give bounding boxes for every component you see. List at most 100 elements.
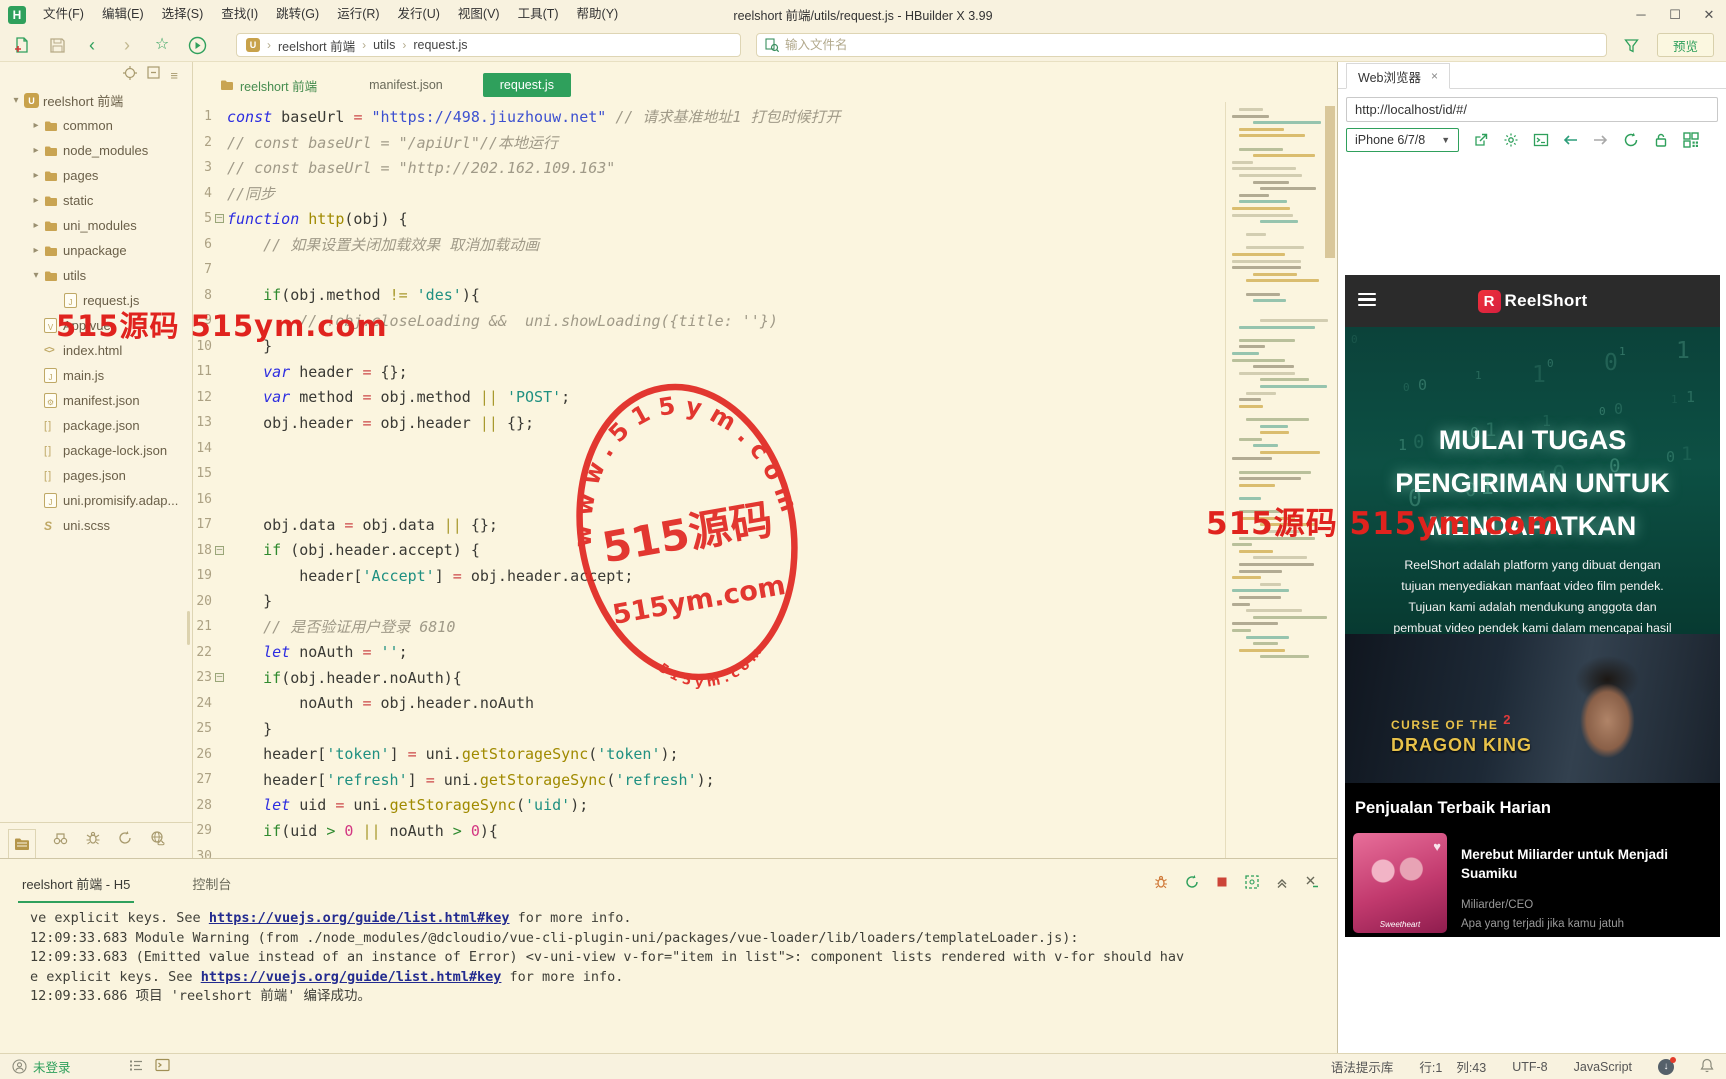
console-restart-icon[interactable] — [1184, 874, 1200, 895]
run-icon[interactable] — [187, 35, 207, 55]
code-line-20[interactable]: 20 } — [193, 589, 1224, 615]
tree-item-pages-json[interactable]: [ ] pages.json — [0, 463, 192, 488]
code-line-2[interactable]: 2 // const baseUrl = "/apiUrl"//本地运行 — [193, 130, 1224, 156]
tree-item-common[interactable]: ▸ common — [0, 113, 192, 138]
code-line-11[interactable]: 11 var header = {}; — [193, 359, 1224, 385]
code-line-30[interactable]: 30 — [193, 844, 1224, 858]
code-line-24[interactable]: 24 noAuth = obj.header.noAuth — [193, 691, 1224, 717]
tree-item-main-js[interactable]: Jmain.js — [0, 363, 192, 388]
preview-button[interactable]: 预览 — [1656, 33, 1714, 57]
tree-item-package-json[interactable]: [ ] package.json — [0, 413, 192, 438]
explorer-menu-icon[interactable]: ≡ — [170, 68, 178, 83]
menu-item-7[interactable]: 视图(V) — [449, 0, 509, 29]
console-tab-h5[interactable]: reelshort 前端 - H5 — [17, 874, 135, 903]
console-link[interactable]: https://vuejs.org/guide/list.html#key — [209, 910, 510, 926]
code-line-4[interactable]: 4 //同步 — [193, 181, 1224, 207]
forward-icon[interactable]: › — [117, 35, 137, 55]
sidebar-scrollbar[interactable] — [187, 611, 190, 645]
bell-icon[interactable] — [1700, 1058, 1714, 1076]
url-input[interactable] — [1346, 97, 1718, 122]
code-line-27[interactable]: 27 header['refresh'] = uni.getStorageSyn… — [193, 767, 1224, 793]
console-clear-icon[interactable] — [1304, 874, 1319, 894]
webview-tab[interactable]: Web浏览器 × — [1346, 63, 1450, 89]
code-line-1[interactable]: 1 const baseUrl = "https://498.jiuzhouw.n… — [193, 104, 1224, 130]
close-button[interactable]: ✕ — [1692, 0, 1726, 29]
code-line-19[interactable]: 19 header['Accept'] = obj.header.accept; — [193, 563, 1224, 589]
back-icon[interactable]: ‹ — [82, 35, 102, 55]
menu-item-1[interactable]: 编辑(E) — [93, 0, 153, 29]
language-mode[interactable]: JavaScript — [1574, 1060, 1632, 1074]
minimap-scrollbar[interactable] — [1325, 106, 1335, 258]
favorite-star-icon[interactable]: ☆ — [152, 35, 172, 55]
fold-marker-icon[interactable]: – — [212, 545, 227, 555]
nav-back-icon[interactable] — [1562, 132, 1579, 149]
tree-item-node-modules[interactable]: ▸ node_modules — [0, 138, 192, 163]
code-line-29[interactable]: 29 if(uid > 0 || noAuth > 0){ — [193, 818, 1224, 844]
menu-item-0[interactable]: 文件(F) — [34, 0, 93, 29]
code-line-10[interactable]: 10 } — [193, 334, 1224, 360]
qr-code-icon[interactable] — [1682, 132, 1699, 149]
tree-item-static[interactable]: ▸ static — [0, 188, 192, 213]
menu-item-8[interactable]: 工具(T) — [509, 0, 568, 29]
code-line-12[interactable]: 12 var method = obj.method || 'POST'; — [193, 385, 1224, 411]
menu-item-2[interactable]: 选择(S) — [153, 0, 213, 29]
breadcrumb-project[interactable]: reelshort 前端 — [278, 36, 355, 55]
tab-manifest-json[interactable]: manifest.json — [369, 78, 443, 92]
code-line-3[interactable]: 3 // const baseUrl = "http://202.162.109.… — [193, 155, 1224, 181]
sync-tab-icon[interactable] — [117, 830, 133, 851]
tree-item-uni-promisify-adap-[interactable]: Juni.promisify.adap... — [0, 488, 192, 513]
new-file-icon[interactable] — [12, 35, 32, 55]
tab-project-folder[interactable]: reelshort 前端 — [220, 76, 317, 95]
code-line-9[interactable]: 9 // !obj.closeLoading && uni.showLoadin… — [193, 308, 1224, 334]
code-area[interactable]: 1 const baseUrl = "https://498.jiuzhouw.n… — [193, 102, 1224, 858]
minimize-button[interactable]: ─ — [1624, 0, 1658, 29]
devtools-console-icon[interactable] — [1532, 132, 1549, 149]
phone-viewport[interactable]: R ReelShort MULAI TUGAS PENGIRIMAN UNTUK… — [1345, 275, 1720, 937]
code-editor[interactable]: reelshort 前端 manifest.json request.js 1c… — [193, 62, 1337, 858]
code-line-13[interactable]: 13 obj.header = obj.header || {}; — [193, 410, 1224, 436]
settings-gear-icon[interactable] — [1502, 132, 1519, 149]
fold-marker-icon[interactable]: – — [212, 673, 227, 683]
console-debug-icon[interactable] — [1153, 874, 1169, 895]
code-line-26[interactable]: 26 header['token'] = uni.getStorageSync(… — [193, 742, 1224, 768]
tree-item-reelshort-[interactable]: ▾ Ureelshort 前端 — [0, 88, 192, 113]
login-status[interactable]: 未登录 — [33, 1057, 71, 1076]
search-tab-icon[interactable] — [52, 831, 69, 851]
debug-tab-icon[interactable] — [85, 830, 101, 851]
code-line-28[interactable]: 28 let uid = uni.getStorageSync('uid'); — [193, 793, 1224, 819]
maximize-button[interactable]: ☐ — [1658, 0, 1692, 29]
menu-item-5[interactable]: 运行(R) — [328, 0, 388, 29]
console-stop-icon[interactable] — [1215, 875, 1229, 894]
movie-banner[interactable]: CURSE OF THE 2 DRAGON KING — [1345, 634, 1720, 783]
code-line-16[interactable]: 16 — [193, 487, 1224, 513]
menu-item-4[interactable]: 跳转(G) — [267, 0, 328, 29]
nav-forward-icon[interactable] — [1592, 132, 1609, 149]
breadcrumb-file[interactable]: request.js — [413, 38, 467, 52]
code-line-17[interactable]: 17 obj.data = obj.data || {}; — [193, 512, 1224, 538]
drama-title[interactable]: Merebut Miliarder untuk Menjadi Suamiku — [1461, 845, 1711, 883]
menu-item-3[interactable]: 查找(I) — [212, 0, 267, 29]
menu-item-9[interactable]: 帮助(Y) — [568, 0, 628, 29]
console-collapse-icon[interactable] — [1275, 875, 1289, 894]
tree-item-utils[interactable]: ▾ utils — [0, 263, 192, 288]
code-line-5[interactable]: 5– function http(obj) { — [193, 206, 1224, 232]
close-icon[interactable]: × — [1431, 69, 1438, 83]
code-line-15[interactable]: 15 — [193, 461, 1224, 487]
locate-file-icon[interactable] — [123, 65, 138, 85]
lock-icon[interactable] — [1652, 132, 1669, 149]
code-line-21[interactable]: 21 // 是否验证用户登录 6810 — [193, 614, 1224, 640]
terminal-icon[interactable] — [154, 1058, 170, 1075]
minimap[interactable] — [1225, 102, 1335, 858]
menu-item-6[interactable]: 发行(U) — [389, 0, 449, 29]
tree-item-pages[interactable]: ▸ pages — [0, 163, 192, 188]
file-search-box[interactable] — [756, 33, 1607, 57]
tree-item-unpackage[interactable]: ▸ unpackage — [0, 238, 192, 263]
console-screenshot-icon[interactable] — [1244, 874, 1260, 895]
refresh-icon[interactable] — [1622, 132, 1639, 149]
filter-icon[interactable] — [1622, 35, 1642, 55]
code-line-14[interactable]: 14 — [193, 436, 1224, 462]
update-icon[interactable]: ↓ — [1658, 1056, 1676, 1075]
cursor-column[interactable]: 列:43 — [1456, 1057, 1486, 1076]
tree-item-uni-modules[interactable]: ▸ uni_modules — [0, 213, 192, 238]
syntax-lib-status[interactable]: 语法提示库 — [1331, 1057, 1394, 1076]
